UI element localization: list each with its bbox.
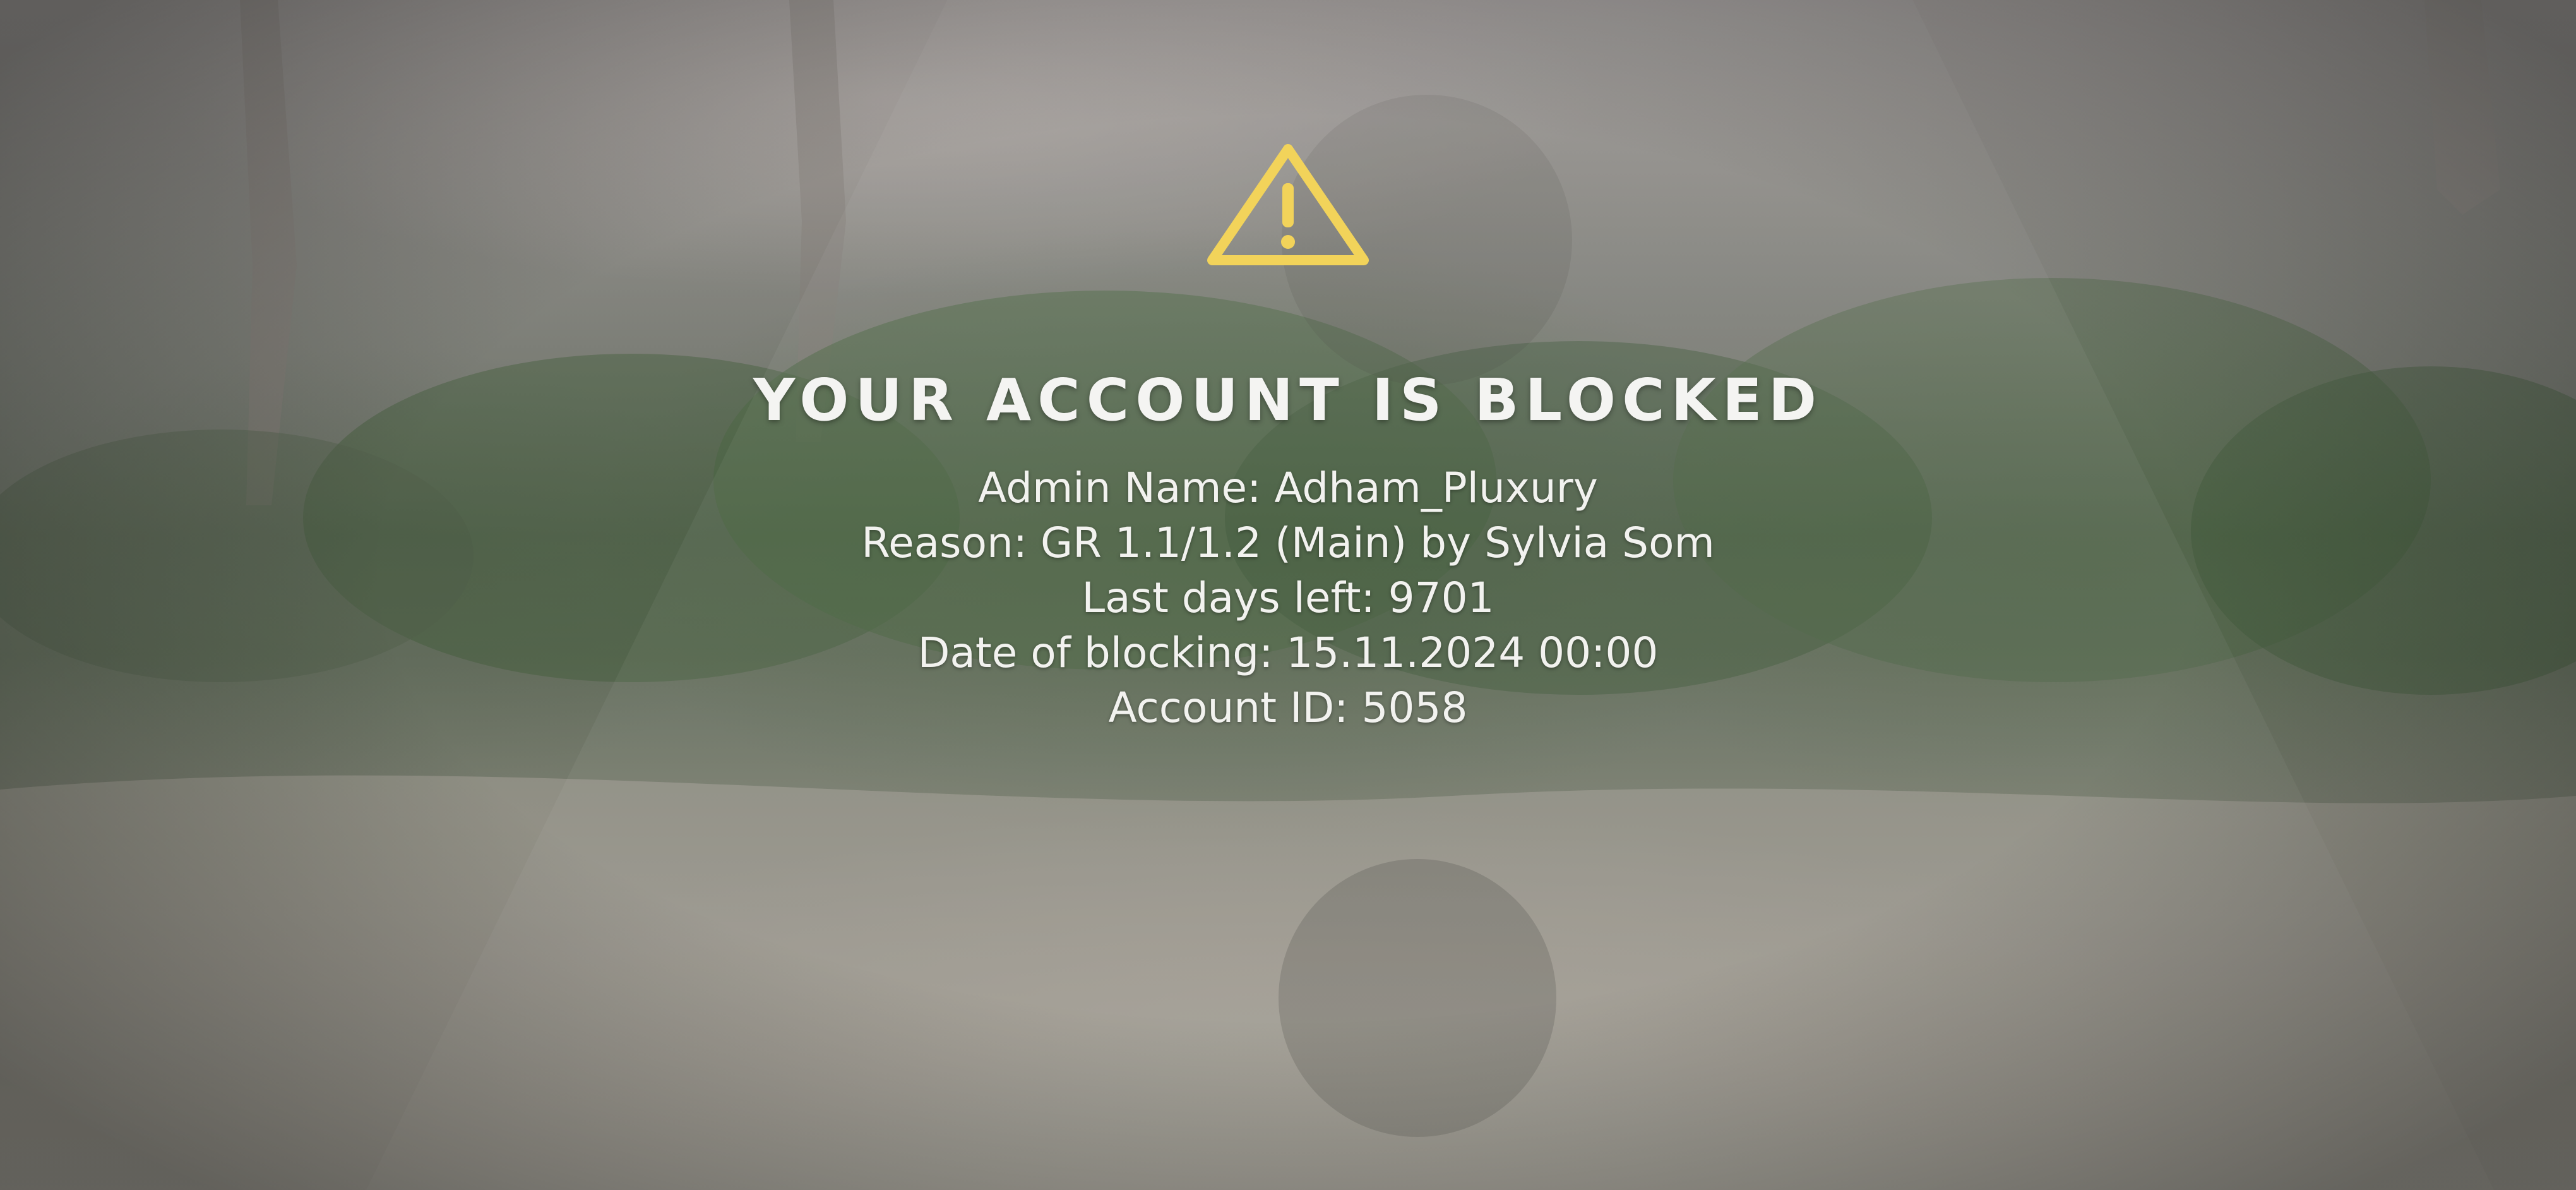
blocked-message-panel: YOUR ACCOUNT IS BLOCKED Admin Name: Adha… bbox=[753, 139, 1816, 735]
warning-triangle-icon bbox=[1207, 144, 1369, 265]
block-details: Admin Name: Adham_Pluxury Reason: GR 1.1… bbox=[861, 460, 1715, 735]
admin-name-line: Admin Name: Adham_Pluxury bbox=[978, 464, 1598, 512]
blocked-title: YOUR ACCOUNT IS BLOCKED bbox=[753, 366, 1823, 434]
account-id-line: Account ID: 5058 bbox=[1108, 683, 1468, 732]
days-left-line: Last days left: 9701 bbox=[1082, 574, 1494, 622]
block-date-line: Date of blocking: 15.11.2024 00:00 bbox=[917, 628, 1659, 677]
game-background: YOUR ACCOUNT IS BLOCKED Admin Name: Adha… bbox=[0, 0, 2576, 1190]
reason-line: Reason: GR 1.1/1.2 (Main) by Sylvia Som bbox=[861, 519, 1715, 567]
